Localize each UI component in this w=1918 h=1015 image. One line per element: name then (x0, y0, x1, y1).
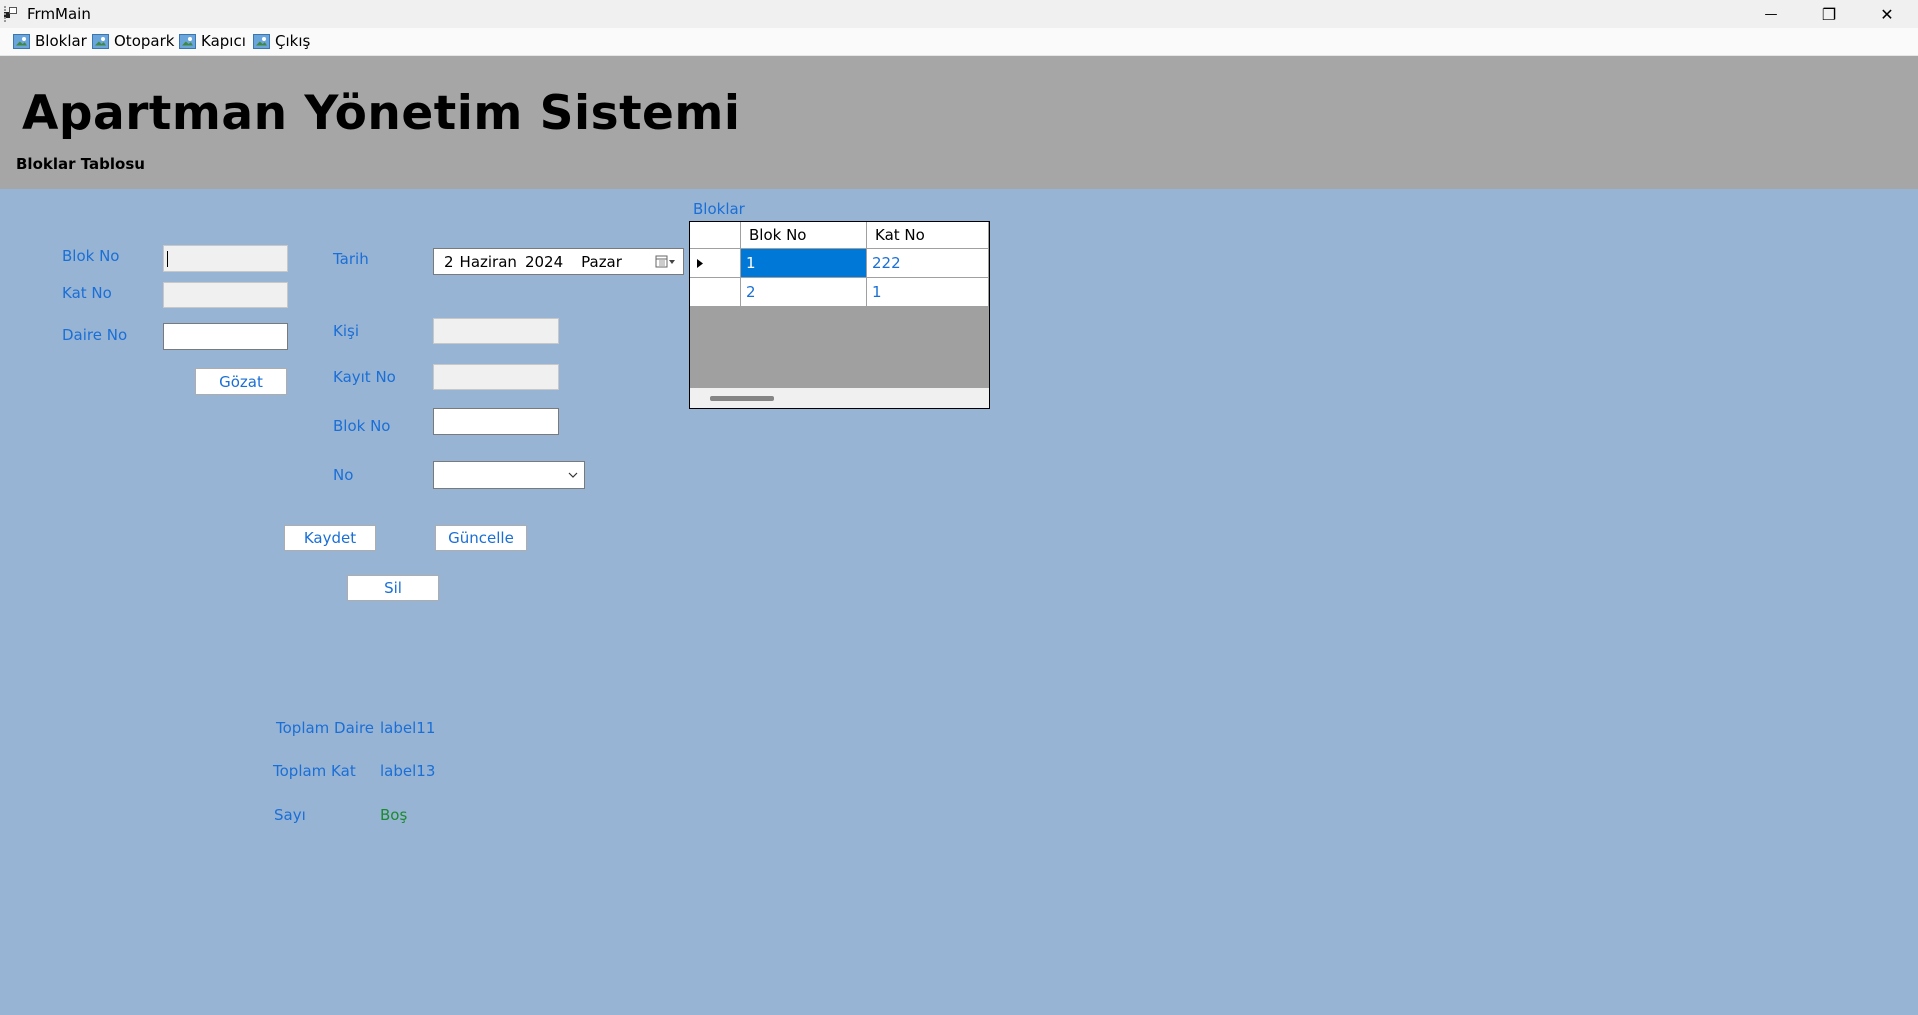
minimize-button[interactable]: — (1742, 0, 1800, 28)
window-title: FrmMain (27, 5, 91, 23)
menu-item-cikis[interactable]: Çıkış (253, 30, 310, 52)
image-icon (92, 33, 109, 49)
grid-cell-blok-no[interactable]: 2 (741, 278, 867, 307)
page-subtitle: Bloklar Tablosu (16, 155, 145, 173)
menu-item-otopark[interactable]: Otopark (92, 30, 174, 52)
scrollbar-thumb[interactable] (710, 396, 774, 401)
no-label: No (333, 466, 354, 484)
grid-cell-kat-no[interactable]: 1 (867, 278, 989, 307)
column-header-kat-no[interactable]: Kat No (867, 222, 989, 249)
sayi-value: Boş (380, 806, 408, 824)
blok-no-label: Blok No (62, 247, 120, 265)
sayi-label: Sayı (274, 806, 306, 824)
date-month: Haziran (459, 252, 517, 271)
title-bar (0, 0, 1918, 28)
image-icon (13, 33, 30, 49)
grid-cell-blok-no[interactable]: 1 (741, 249, 867, 278)
grid-caption: Bloklar (693, 200, 745, 218)
guncelle-button[interactable]: Güncelle (435, 525, 527, 551)
menu-item-label: Bloklar (35, 32, 87, 50)
daire-no-input[interactable] (163, 323, 288, 350)
page-title: Apartman Yönetim Sistemi (22, 86, 741, 141)
column-header-blok-no[interactable]: Blok No (741, 222, 867, 249)
row-header[interactable] (690, 278, 741, 307)
no-combobox[interactable] (433, 461, 585, 489)
sil-button[interactable]: Sil (347, 575, 439, 601)
minimize-icon: — (1764, 6, 1778, 22)
blok-no-input[interactable] (163, 245, 288, 272)
chevron-down-icon (568, 472, 578, 478)
menu-item-label: Otopark (114, 32, 175, 50)
row-header[interactable] (690, 249, 741, 278)
right-blok-no-input[interactable] (433, 408, 559, 435)
image-icon (179, 33, 196, 49)
date-year: 2024 (524, 252, 564, 271)
toplam-kat-value: label13 (380, 762, 436, 780)
menu-item-bloklar[interactable]: Bloklar (13, 30, 87, 52)
right-blok-no-label: Blok No (333, 417, 391, 435)
kayit-no-input[interactable] (433, 364, 559, 390)
bloklar-grid[interactable]: Blok No Kat No 1 222 2 1 (689, 221, 990, 409)
kisi-input[interactable] (433, 318, 559, 344)
close-icon: ✕ (1880, 4, 1894, 24)
tarih-label: Tarih (333, 250, 369, 268)
date-picker[interactable]: 2 Haziran 2024 Pazar (433, 248, 684, 275)
date-weekday: Pazar (581, 252, 622, 271)
grid-cell-kat-no[interactable]: 222 (867, 249, 989, 278)
horizontal-scrollbar[interactable] (690, 388, 989, 408)
grid-corner-header[interactable] (690, 222, 741, 249)
menu-item-kapici[interactable]: Kapıcı (179, 30, 246, 52)
toplam-daire-label: Toplam Daire (276, 719, 375, 737)
restore-button[interactable]: ❐ (1800, 0, 1858, 28)
image-icon (253, 33, 270, 49)
menu-grip[interactable] (4, 6, 8, 22)
text-cursor (167, 251, 168, 267)
toplam-daire-value: label11 (380, 719, 436, 737)
calendar-dropdown-icon[interactable] (655, 254, 677, 270)
menu-item-label: Kapıcı (201, 32, 246, 50)
gozat-button[interactable]: Gözat (195, 368, 287, 395)
restore-icon: ❐ (1821, 4, 1837, 24)
kat-no-input[interactable] (163, 282, 288, 308)
menu-item-label: Çıkış (275, 32, 311, 50)
kat-no-label: Kat No (62, 284, 112, 302)
close-button[interactable]: ✕ (1858, 0, 1916, 28)
daire-no-label: Daire No (62, 326, 128, 344)
kisi-label: Kişi (333, 322, 359, 340)
date-day: 2 (444, 252, 454, 271)
toplam-kat-label: Toplam Kat (273, 762, 356, 780)
kaydet-button[interactable]: Kaydet (284, 525, 376, 551)
kayit-no-label: Kayıt No (333, 368, 396, 386)
current-row-arrow-icon (697, 259, 703, 268)
